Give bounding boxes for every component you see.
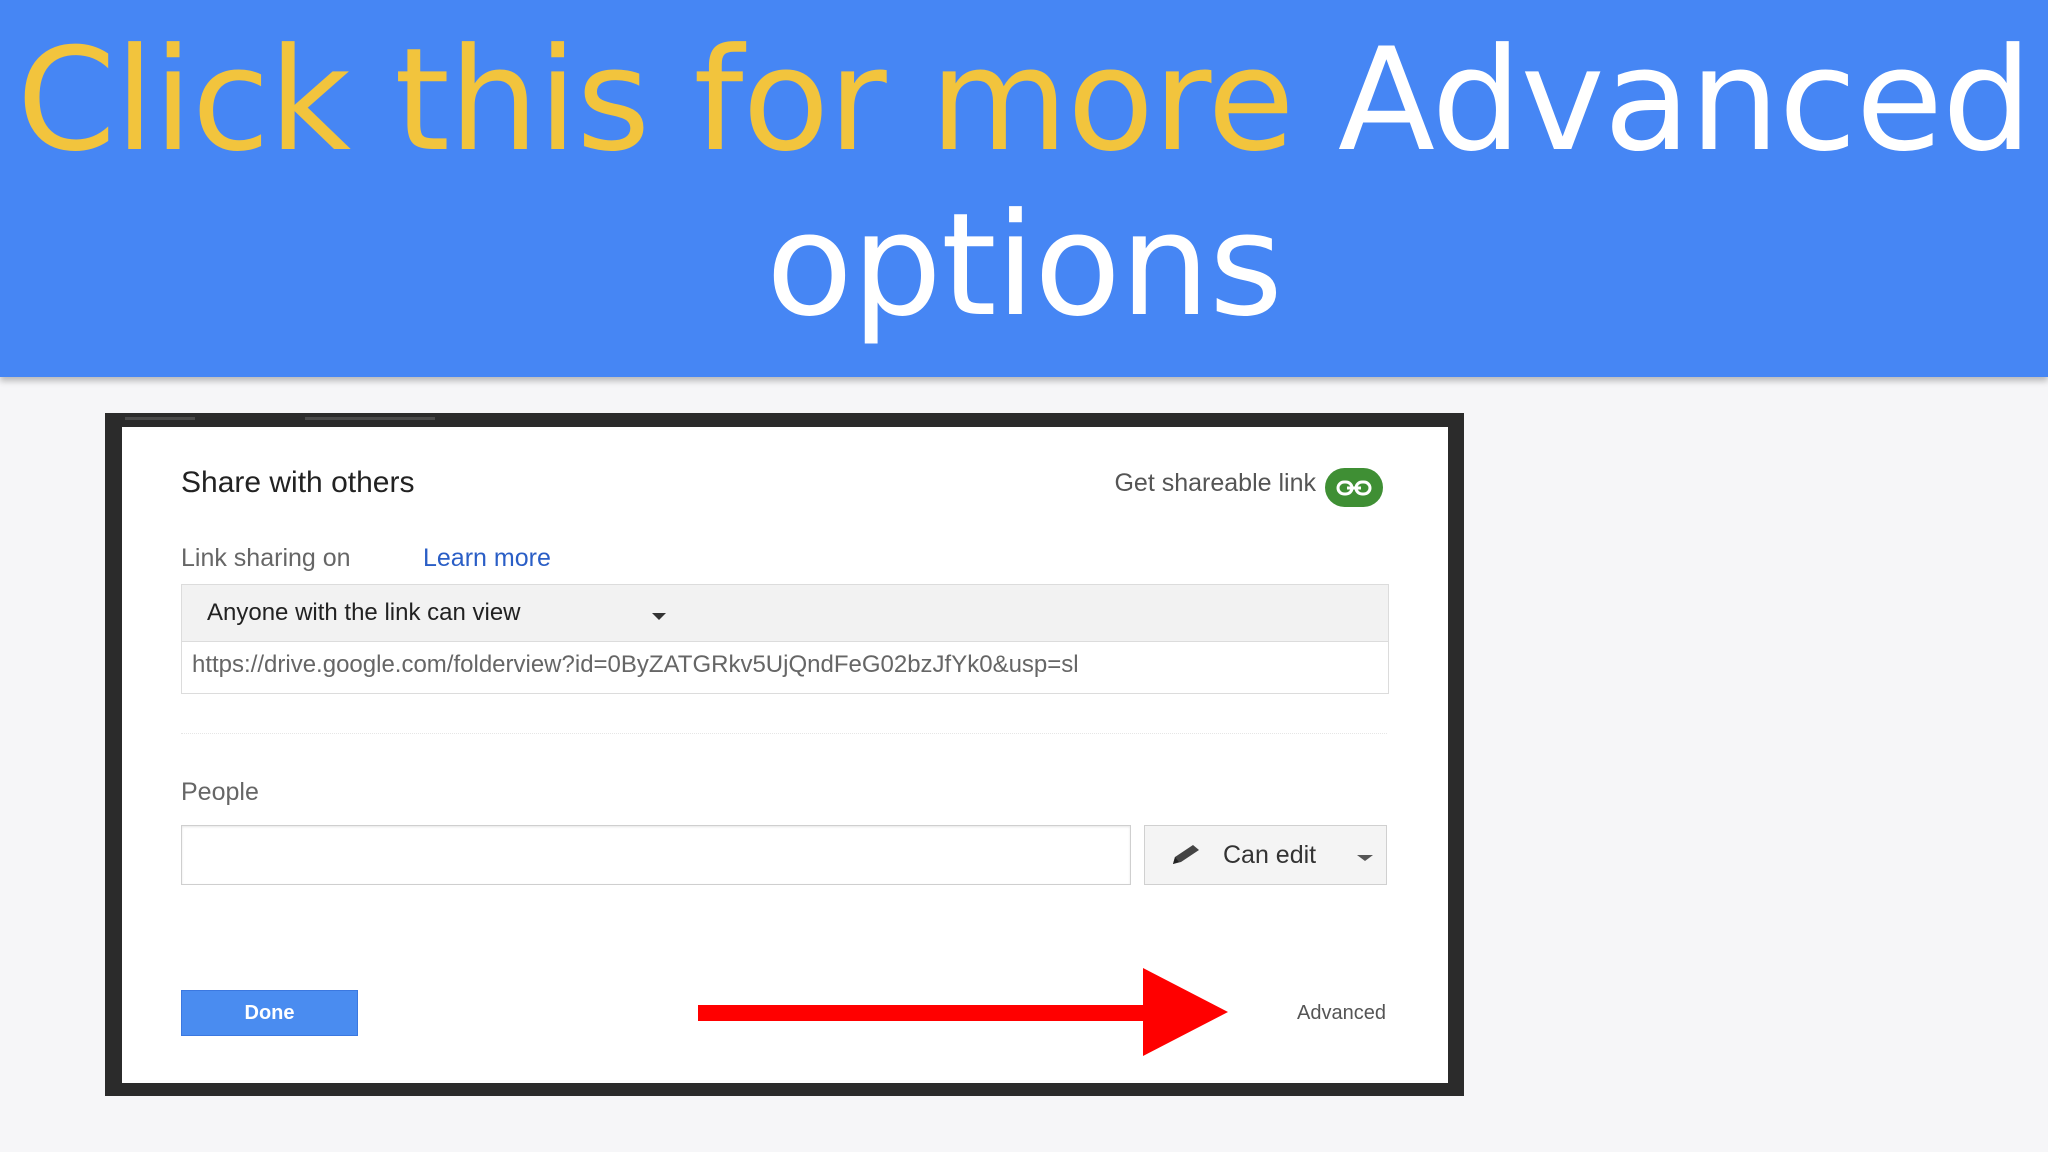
red-arrow-icon	[698, 968, 1228, 1056]
dialog-title: Share with others	[181, 466, 415, 499]
people-input[interactable]	[181, 825, 1131, 885]
advanced-link[interactable]: Advanced	[1297, 1002, 1386, 1025]
caret-down-icon	[1357, 855, 1373, 861]
section-divider	[181, 733, 1387, 734]
instruction-banner: Click this for more Advanced options	[0, 0, 2048, 377]
frame-edge-remnant	[305, 417, 435, 420]
permission-dropdown[interactable]: Can edit	[1144, 825, 1387, 885]
share-url-field[interactable]: https://drive.google.com/folderview?id=0…	[192, 651, 1382, 679]
get-shareable-link[interactable]: Get shareable link	[1114, 469, 1316, 498]
link-sharing-status: Link sharing on	[181, 544, 351, 572]
access-level-dropdown[interactable]: Anyone with the link can view	[182, 585, 1388, 642]
link-icon[interactable]	[1325, 468, 1383, 507]
pencil-icon	[1169, 842, 1203, 873]
headline-highlight: Click this for more	[16, 18, 1338, 183]
people-label: People	[181, 778, 259, 806]
banner-headline: Click this for more Advanced options	[0, 18, 2048, 348]
link-sharing-box: Anyone with the link can view https://dr…	[181, 584, 1389, 694]
learn-more-link[interactable]: Learn more	[423, 544, 551, 573]
access-level-label: Anyone with the link can view	[207, 599, 521, 626]
done-button[interactable]: Done	[181, 990, 358, 1036]
frame-edge-remnant	[125, 417, 195, 420]
caret-down-icon	[652, 613, 666, 620]
permission-label: Can edit	[1223, 841, 1317, 869]
